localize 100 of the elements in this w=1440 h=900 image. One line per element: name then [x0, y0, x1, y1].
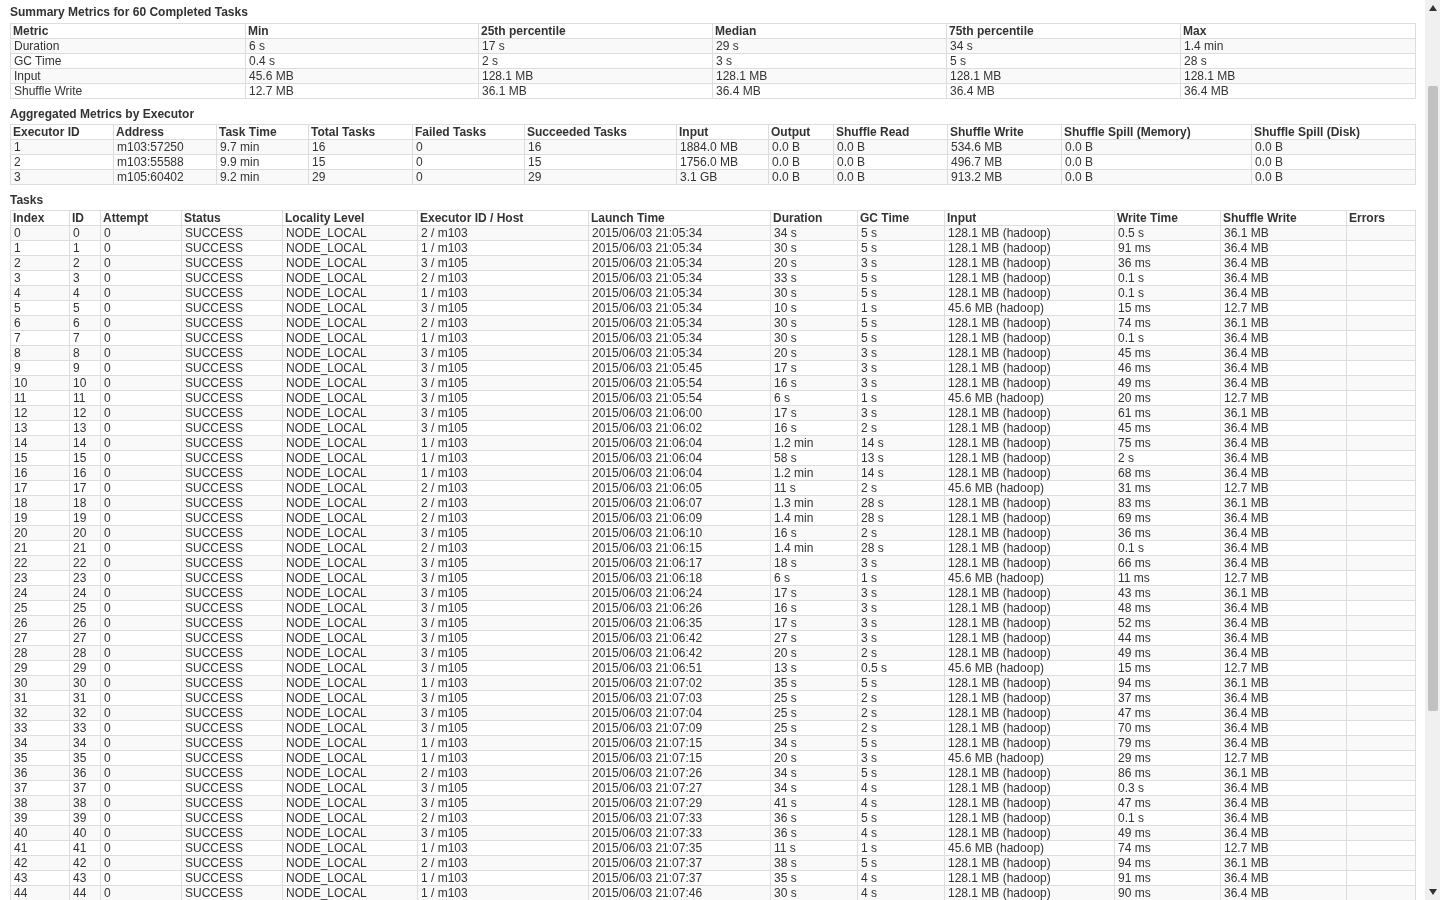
table-cell: 3	[13, 170, 22, 184]
table-cell: 0	[103, 826, 112, 840]
table-cell: 3 s	[860, 256, 878, 270]
table-cell: 19	[72, 511, 88, 525]
table-cell: 29 ms	[1117, 751, 1152, 765]
table-cell: 70 ms	[1117, 721, 1152, 735]
table-cell: 36.4 MB	[1183, 84, 1230, 98]
table-cell: 1 s	[860, 571, 878, 585]
table-cell: 0	[103, 496, 112, 510]
table-cell: m103:57250	[116, 140, 185, 154]
table-cell: 2015/06/03 21:06:18	[591, 571, 704, 585]
table-cell: 17 s	[481, 39, 506, 53]
table-cell: 29	[527, 170, 543, 184]
table-cell: 36.4 MB	[1223, 361, 1270, 375]
table-cell: 3 / m105	[420, 691, 469, 705]
table-cell: 2015/06/03 21:05:34	[591, 301, 704, 315]
table-cell: 128.1 MB (hadoop)	[947, 646, 1052, 660]
table-cell: NODE_LOCAL	[285, 496, 368, 510]
table-cell: 0	[103, 886, 112, 900]
table-cell: 3	[72, 271, 81, 285]
table-cell: 11	[72, 391, 87, 405]
table-cell: 15 ms	[1117, 661, 1152, 675]
table-cell: 16	[311, 140, 327, 154]
scrollbar[interactable]	[1425, 0, 1440, 900]
table-cell: 1	[13, 241, 22, 255]
table-cell: SUCCESS	[184, 766, 244, 780]
table-cell: 3 / m105	[420, 361, 469, 375]
table-cell: 2015/06/03 21:06:04	[591, 436, 704, 450]
table-cell: 17	[72, 481, 88, 495]
table-cell: NODE_LOCAL	[285, 691, 368, 705]
table-cell: 2015/06/03 21:05:34	[591, 226, 704, 240]
table-cell: 36.1 MB	[1223, 496, 1270, 510]
table-cell: 20 s	[773, 346, 798, 360]
table-cell: 0.0 B	[1064, 155, 1095, 169]
table-cell: 128.1 MB (hadoop)	[947, 226, 1052, 240]
table-cell: SUCCESS	[184, 316, 244, 330]
table-cell: 2015/06/03 21:07:09	[591, 721, 704, 735]
table-cell: SUCCESS	[184, 796, 244, 810]
table-cell: 2015/06/03 21:07:03	[591, 691, 704, 705]
table-cell: 20 s	[773, 646, 798, 660]
table-cell: 17 s	[773, 406, 798, 420]
table-cell: 45.6 MB (hadoop)	[947, 481, 1046, 495]
table-cell: 3 s	[860, 376, 878, 390]
column-header: Duration	[770, 210, 858, 226]
table-cell: 45 ms	[1117, 421, 1152, 435]
table-cell: 128.1 MB (hadoop)	[947, 691, 1052, 705]
table-cell: SUCCESS	[184, 886, 244, 900]
table-cell: 45.6 MB (hadoop)	[947, 661, 1046, 675]
scroll-up-icon[interactable]	[1428, 5, 1437, 11]
table-cell: 36.4 MB	[1223, 256, 1270, 270]
table-cell: 2 / m103	[420, 226, 469, 240]
table-cell: 2015/06/03 21:06:51	[591, 661, 704, 675]
table-cell: 0.0 B	[1064, 140, 1095, 154]
table-cell: 0	[103, 391, 112, 405]
table-cell: 0.3 s	[1117, 781, 1145, 795]
table-cell: 42	[72, 856, 88, 870]
table-cell: 2015/06/03 21:06:04	[591, 466, 704, 480]
table-cell: NODE_LOCAL	[285, 301, 368, 315]
table-cell: 2 s	[860, 526, 878, 540]
table-cell: 0	[103, 406, 112, 420]
table-cell: 128.1 MB (hadoop)	[947, 526, 1052, 540]
column-header: Shuffle Spill (Memory)	[1061, 124, 1252, 140]
table-cell: 17	[13, 481, 29, 495]
table-cell: 94 ms	[1117, 676, 1152, 690]
table-cell: 2015/06/03 21:05:34	[591, 256, 704, 270]
table-cell: 0	[103, 841, 112, 855]
column-header: Index	[10, 210, 70, 226]
table-cell: 36.4 MB	[1223, 511, 1270, 525]
table-cell: 20 s	[773, 256, 798, 270]
table-cell: NODE_LOCAL	[285, 241, 368, 255]
table-cell: SUCCESS	[184, 586, 244, 600]
table-cell: 5 s	[860, 736, 878, 750]
table-cell: 20 ms	[1117, 391, 1152, 405]
table-cell: 28	[13, 646, 29, 660]
table-cell: NODE_LOCAL	[285, 736, 368, 750]
table-cell: NODE_LOCAL	[285, 451, 368, 465]
table-cell: 5 s	[860, 676, 878, 690]
table-cell: SUCCESS	[184, 706, 244, 720]
table-cell: 3 / m105	[420, 406, 469, 420]
table-cell: 0.5 s	[1117, 226, 1145, 240]
table-cell: 3 / m105	[420, 301, 469, 315]
table-cell: 1 / m103	[420, 286, 469, 300]
section-title: Aggregated Metrics by Executor	[10, 107, 195, 121]
table-cell: NODE_LOCAL	[285, 256, 368, 270]
table-cell: 3 / m105	[420, 586, 469, 600]
table-cell: 3 / m105	[420, 346, 469, 360]
table-cell: 27	[72, 631, 88, 645]
table-cell: 30	[13, 676, 29, 690]
scroll-down-icon[interactable]	[1428, 889, 1437, 895]
column-header: Attempt	[100, 210, 182, 226]
table-cell: 23	[13, 571, 29, 585]
table-cell: 16 s	[773, 421, 798, 435]
table-cell: 86 ms	[1117, 766, 1152, 780]
table-cell: 7	[13, 331, 22, 345]
table-cell: 36.4 MB	[1223, 781, 1270, 795]
table-cell: 12.7 MB	[1223, 751, 1270, 765]
table-cell: 0.1 s	[1117, 271, 1145, 285]
table-cell: 3 s	[860, 586, 878, 600]
scrollbar-thumb[interactable]	[1427, 86, 1438, 711]
column-header: Status	[181, 210, 283, 226]
